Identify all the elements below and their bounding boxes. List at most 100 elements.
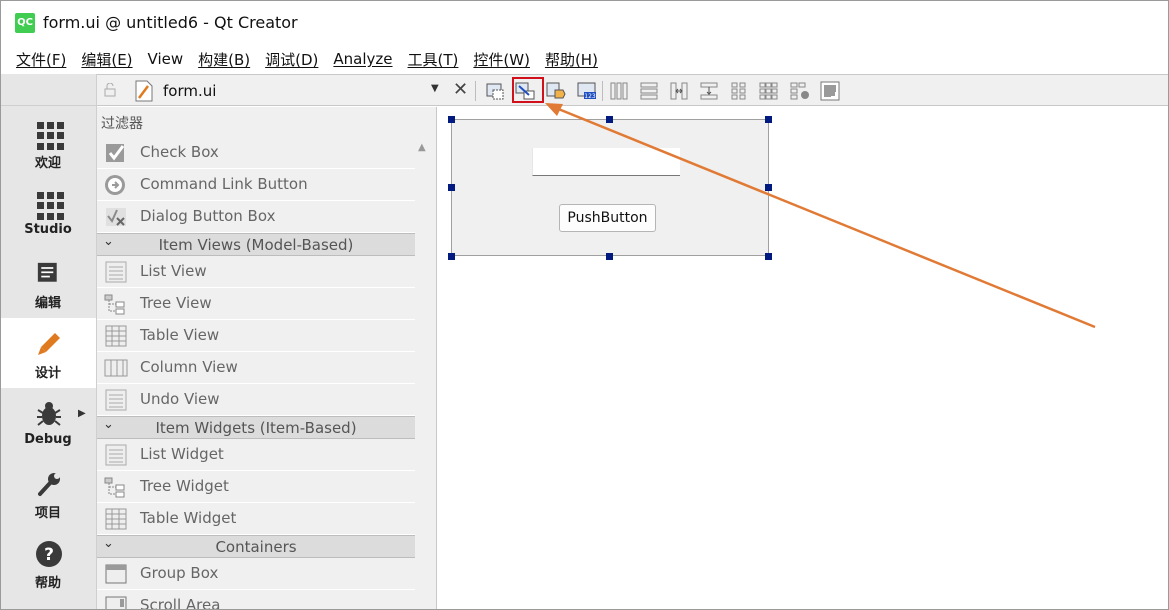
widget-item-scroll-area[interactable]: Scroll Area	[97, 590, 415, 610]
category-item-widgets[interactable]: ⌄ Item Widgets (Item-Based)	[97, 416, 415, 439]
mode-label: 帮助	[34, 576, 61, 591]
push-button-widget[interactable]: PushButton	[559, 204, 656, 232]
open-file-name[interactable]: form.ui	[163, 82, 216, 100]
widget-label: Undo View	[140, 390, 220, 408]
menu-analyze[interactable]: Analyze	[325, 50, 399, 68]
help-icon: ?	[36, 541, 62, 567]
resize-handle[interactable]	[448, 184, 455, 191]
line-edit-widget[interactable]	[532, 148, 680, 176]
widget-box-scrollbar[interactable]: ▲	[415, 137, 435, 610]
menu-help[interactable]: 帮助(H)	[537, 49, 605, 70]
mode-label: 欢迎	[34, 156, 61, 171]
mode-help[interactable]: ? 帮助	[0, 528, 96, 598]
category-label: Containers	[215, 538, 297, 556]
list-view-icon	[105, 261, 127, 283]
mode-selector-header	[0, 74, 96, 106]
widget-list: Check Box Command Link Button Dialog But…	[97, 137, 415, 610]
mode-label: 编辑	[34, 296, 61, 311]
wrench-icon	[38, 473, 60, 496]
widget-label: Column View	[140, 358, 238, 376]
mode-edit[interactable]: 编辑	[0, 248, 96, 318]
mode-label: 设计	[34, 366, 61, 381]
resize-handle[interactable]	[448, 116, 455, 123]
svg-text:123: 123	[584, 93, 596, 100]
column-view-icon	[104, 359, 128, 377]
grid-icon	[37, 192, 65, 220]
toolbar-separator	[602, 81, 603, 101]
chevron-down-icon[interactable]: ▼	[431, 83, 439, 94]
edit-widgets-icon[interactable]	[484, 80, 506, 102]
widget-item-check-box[interactable]: Check Box	[97, 137, 415, 169]
widget-label: Dialog Button Box	[140, 207, 276, 225]
expand-arrow-icon[interactable]: ▶	[78, 408, 86, 419]
widget-label: Tree Widget	[140, 477, 229, 495]
scroll-up-icon[interactable]: ▲	[418, 142, 426, 153]
menu-file[interactable]: 文件(F)	[8, 49, 73, 70]
widget-item-tree-widget[interactable]: Tree Widget	[97, 471, 415, 503]
widget-item-column-view[interactable]: Column View	[97, 352, 415, 384]
mode-debug[interactable]: ▶ Debug	[0, 388, 96, 458]
filter-label[interactable]: 过滤器	[101, 113, 143, 133]
mode-design[interactable]: 设计	[0, 318, 96, 388]
resize-handle[interactable]	[765, 184, 772, 191]
layout-vertical-icon[interactable]	[638, 80, 660, 102]
menu-debug[interactable]: 调试(D)	[257, 49, 325, 70]
mode-studio[interactable]: Studio	[0, 178, 96, 248]
mode-selector: 欢迎 Studio 编辑 设计 ▶ Debug 项目 ? 帮助	[0, 74, 97, 610]
mode-projects[interactable]: 项目	[0, 458, 96, 528]
edit-buddies-icon[interactable]	[545, 80, 567, 102]
menu-tools[interactable]: 工具(T)	[400, 49, 466, 70]
resize-handle[interactable]	[606, 253, 613, 260]
mode-label: Studio	[24, 222, 72, 237]
tree-widget-icon	[104, 477, 125, 498]
menu-edit[interactable]: 编辑(E)	[73, 49, 139, 70]
widget-item-list-widget[interactable]: List Widget	[97, 439, 415, 471]
layout-horizontal-icon[interactable]	[608, 80, 630, 102]
widget-item-command-link-button[interactable]: Command Link Button	[97, 169, 415, 201]
close-icon[interactable]: ✕	[453, 79, 468, 100]
widget-label: Table View	[140, 326, 220, 344]
toolbar-separator	[475, 81, 476, 101]
layout-horizontal-splitter-icon[interactable]	[668, 80, 690, 102]
menu-widgets[interactable]: 控件(W)	[465, 49, 537, 70]
resize-handle[interactable]	[448, 253, 455, 260]
mode-label: Debug	[24, 432, 72, 447]
adjust-size-icon[interactable]	[819, 80, 841, 102]
list-widget-icon	[105, 444, 127, 466]
widget-item-undo-view[interactable]: Undo View	[97, 384, 415, 416]
form-editor-canvas[interactable]: PushButton	[438, 107, 1169, 610]
category-item-views[interactable]: ⌄ Item Views (Model-Based)	[97, 233, 415, 256]
widget-item-table-view[interactable]: Table View	[97, 320, 415, 352]
category-label: Item Widgets (Item-Based)	[155, 419, 357, 437]
menu-build[interactable]: 构建(B)	[190, 49, 257, 70]
resize-handle[interactable]	[606, 116, 613, 123]
resize-handle[interactable]	[765, 116, 772, 123]
widget-label: Tree View	[140, 294, 212, 312]
group-box-icon	[105, 564, 127, 584]
layout-vertical-splitter-icon[interactable]	[698, 80, 720, 102]
widget-item-group-box[interactable]: Group Box	[97, 558, 415, 590]
widget-item-table-widget[interactable]: Table Widget	[97, 503, 415, 535]
table-view-icon	[105, 325, 127, 347]
widget-box-panel: 过滤器 Check Box Command Link Button Dialog…	[97, 107, 437, 610]
widget-item-dialog-button-box[interactable]: Dialog Button Box	[97, 201, 415, 233]
menu-bar: 文件(F) 编辑(E) View 构建(B) 调试(D) Analyze 工具(…	[0, 44, 1169, 74]
mode-welcome[interactable]: 欢迎	[0, 108, 96, 178]
edit-tab-order-icon[interactable]: 123	[576, 80, 598, 102]
check-box-icon	[106, 144, 125, 162]
form-widget[interactable]: PushButton	[451, 119, 769, 256]
category-containers[interactable]: ⌄ Containers	[97, 535, 415, 558]
break-layout-icon[interactable]	[789, 80, 811, 102]
window-title: form.ui @ untitled6 - Qt Creator	[43, 13, 298, 32]
unlock-icon[interactable]	[103, 82, 117, 97]
category-label: Item Views (Model-Based)	[158, 236, 354, 254]
ui-file-icon	[135, 80, 153, 102]
title-bar: QC form.ui @ untitled6 - Qt Creator	[0, 0, 1169, 44]
resize-handle[interactable]	[765, 253, 772, 260]
widget-item-tree-view[interactable]: Tree View	[97, 288, 415, 320]
mode-label: 项目	[34, 506, 61, 521]
widget-item-list-view[interactable]: List View	[97, 256, 415, 288]
menu-view[interactable]: View	[140, 50, 191, 68]
layout-grid-icon[interactable]	[758, 80, 780, 102]
layout-form-icon[interactable]	[728, 80, 750, 102]
